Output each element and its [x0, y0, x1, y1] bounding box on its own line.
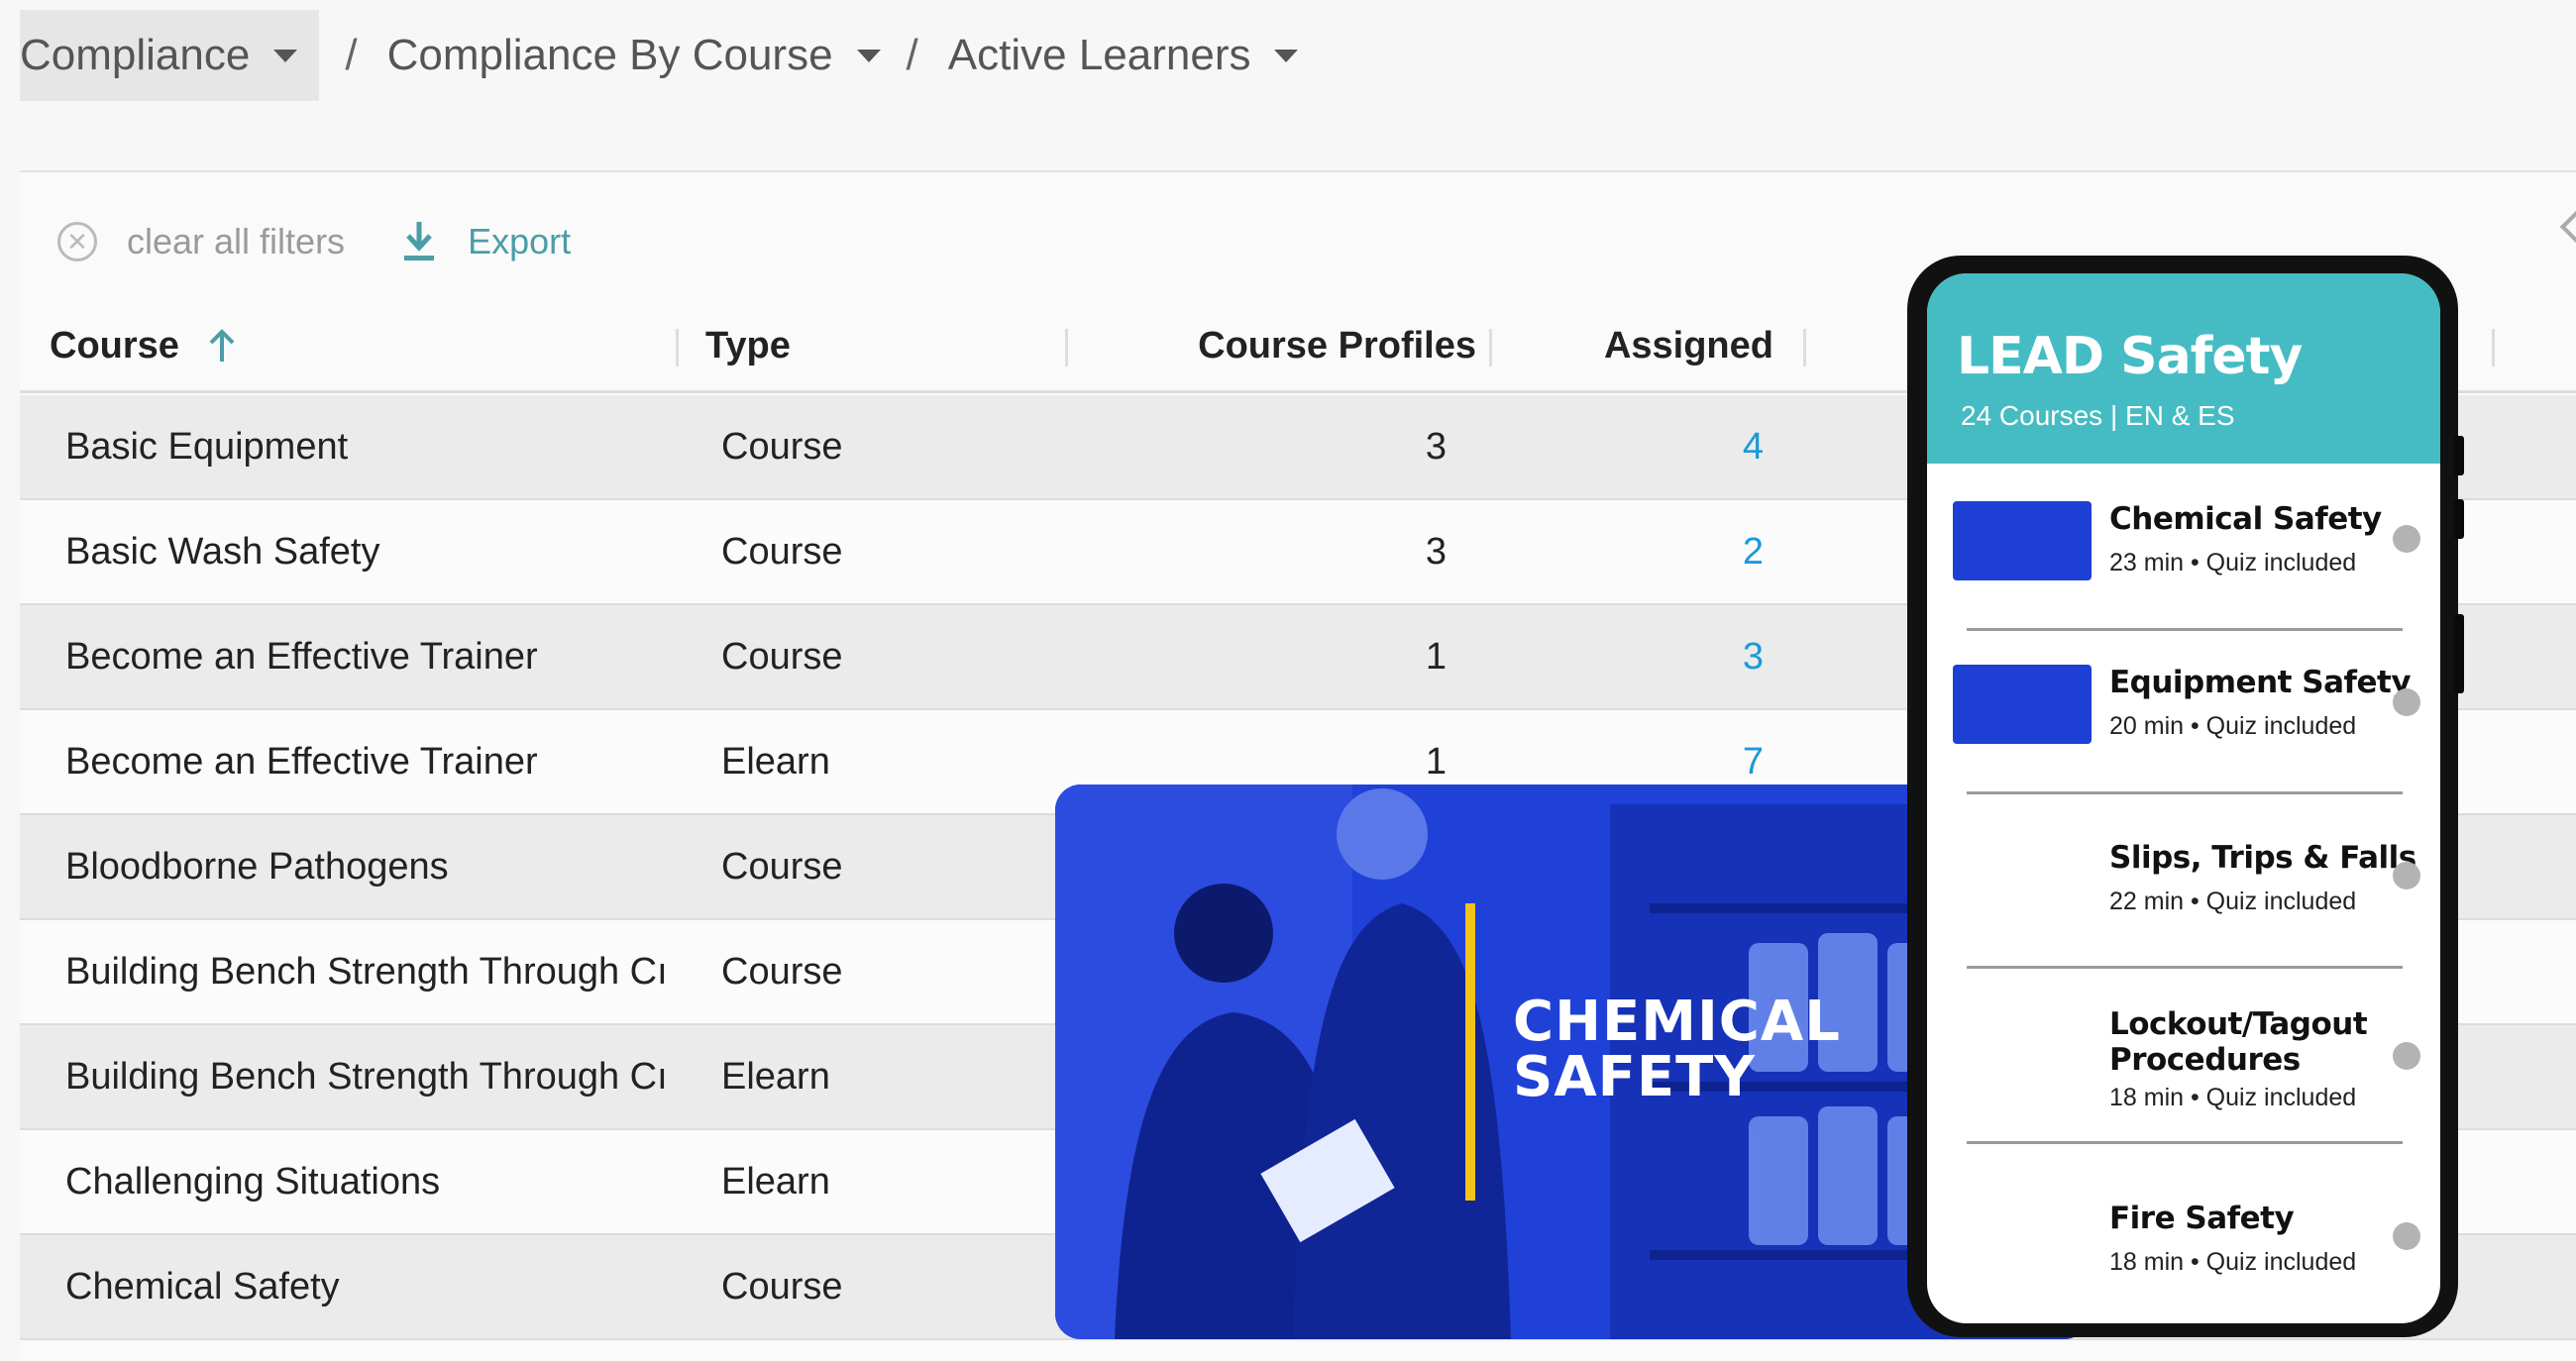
course-name: Lockout/Tagout Procedures [2109, 1006, 2368, 1078]
breadcrumb-active-learners[interactable]: Active Learners [948, 10, 1299, 101]
hero-title-line: CHEMICAL [1513, 990, 1841, 1054]
chevron-down-icon [856, 49, 881, 62]
course-thumbnail [1953, 501, 2092, 580]
column-label: Course [50, 324, 179, 366]
cell-type: Course [721, 1265, 843, 1308]
app-title: LEAD Safety [1957, 327, 2303, 386]
cell-type: Elearn [721, 1055, 830, 1098]
cell-course: Chemical Safety [65, 1265, 340, 1308]
divider [1967, 966, 2403, 969]
column-divider[interactable] [1489, 329, 1492, 366]
column-divider[interactable] [676, 329, 679, 366]
cell-type: Elearn [721, 740, 830, 783]
cell-course-profiles: 1 [1425, 635, 1447, 678]
status-dot-icon[interactable] [2393, 862, 2420, 890]
cell-assigned-link[interactable]: 2 [1605, 500, 1764, 603]
app-header: LEAD Safety 24 Courses | EN & ES [1927, 273, 2440, 464]
column-header-type[interactable]: Type [705, 301, 791, 390]
column-divider[interactable] [1803, 329, 1806, 366]
hero-title-line: SAFETY [1513, 1045, 1756, 1109]
cell-type: Course [721, 845, 843, 888]
download-icon[interactable] [400, 220, 438, 263]
cell-course: Become an Effective Trainer [65, 740, 538, 783]
accent-bar [1465, 903, 1475, 1201]
phone-mockup: LEAD Safety 24 Courses | EN & ES Chemica… [1907, 256, 2464, 1337]
cell-course: Building Bench Strength Through Cı [65, 950, 668, 993]
cell-course: Bloodborne Pathogens [65, 845, 449, 888]
column-divider[interactable] [2492, 329, 2495, 366]
cell-course: Challenging Situations [65, 1160, 441, 1203]
app-subtitle: 24 Courses | EN & ES [1961, 400, 2235, 431]
column-label: Course Profiles [1198, 324, 1476, 366]
course-meta: 18 min • Quiz included [2109, 1248, 2357, 1276]
column-divider[interactable] [1065, 329, 1068, 366]
course-name: Chemical Safety [2109, 501, 2382, 537]
column-header-assigned[interactable]: Assigned [1565, 301, 1773, 390]
divider [1967, 791, 2403, 794]
cell-assigned-link[interactable]: 3 [1605, 605, 1764, 708]
chevron-down-icon [273, 49, 298, 62]
phone-side-button [2454, 499, 2464, 539]
breadcrumb-compliance-by-course[interactable]: Compliance By Course [387, 10, 881, 101]
cell-course: Basic Wash Safety [65, 530, 380, 573]
column-label: Type [705, 324, 791, 366]
status-dot-icon[interactable] [2393, 525, 2420, 553]
breadcrumb-separator: / [906, 31, 918, 79]
cell-type: Course [721, 530, 843, 573]
cell-course: Basic Equipment [65, 425, 349, 468]
clear-filters-icon[interactable]: ✕ [57, 222, 97, 262]
breadcrumb-label: Compliance By Course [386, 31, 833, 79]
cell-course-profiles: 3 [1425, 530, 1447, 573]
breadcrumb-label: Active Learners [947, 31, 1251, 79]
cell-course-profiles: 3 [1425, 425, 1447, 468]
course-meta: 20 min • Quiz included [2109, 712, 2357, 740]
breadcrumb-compliance[interactable]: Compliance [20, 10, 320, 101]
cell-type: Elearn [721, 1160, 830, 1203]
sort-ascending-icon[interactable] [207, 328, 237, 364]
table-toolbar: ✕ clear all filters Export [57, 212, 571, 271]
breadcrumb-label: Compliance [20, 31, 251, 79]
breadcrumb: Compliance / Compliance By Course / Acti… [20, 10, 1299, 101]
status-dot-icon[interactable] [2393, 1222, 2420, 1250]
divider [1967, 1141, 2403, 1144]
chevron-down-icon [1274, 49, 1299, 62]
cell-assigned-link[interactable]: 4 [1605, 395, 1764, 498]
breadcrumb-separator: / [345, 31, 358, 79]
phone-side-button [2454, 614, 2464, 693]
cell-type: Course [721, 425, 843, 468]
hero-title: CHEMICAL SAFETY [1513, 995, 1841, 1105]
status-dot-icon[interactable] [2393, 1042, 2420, 1070]
course-meta: 18 min • Quiz included [2109, 1084, 2357, 1111]
course-name: Equipment Safety [2109, 665, 2412, 700]
column-header-course-profiles[interactable]: Course Profiles [1189, 301, 1476, 390]
course-name: Slips, Trips & Falls [2109, 840, 2416, 876]
clear-filters-button[interactable]: clear all filters [127, 221, 345, 262]
column-header-course[interactable]: Course [50, 301, 237, 390]
course-meta: 22 min • Quiz included [2109, 888, 2357, 915]
cell-type: Course [721, 950, 843, 993]
collapse-panel-icon[interactable] [2559, 205, 2576, 249]
course-thumbnail [1953, 665, 2092, 744]
course-meta: 23 min • Quiz included [2109, 549, 2357, 576]
course-name: Fire Safety [2109, 1201, 2295, 1236]
cell-course: Become an Effective Trainer [65, 635, 538, 678]
phone-screen: LEAD Safety 24 Courses | EN & ES Chemica… [1927, 273, 2440, 1323]
cell-course: Building Bench Strength Through Cı [65, 1055, 668, 1098]
export-button[interactable]: Export [468, 221, 571, 262]
phone-side-button [2454, 436, 2464, 475]
column-label: Assigned [1603, 324, 1773, 366]
cell-type: Course [721, 635, 843, 678]
divider [1967, 628, 2403, 631]
status-dot-icon[interactable] [2393, 688, 2420, 716]
